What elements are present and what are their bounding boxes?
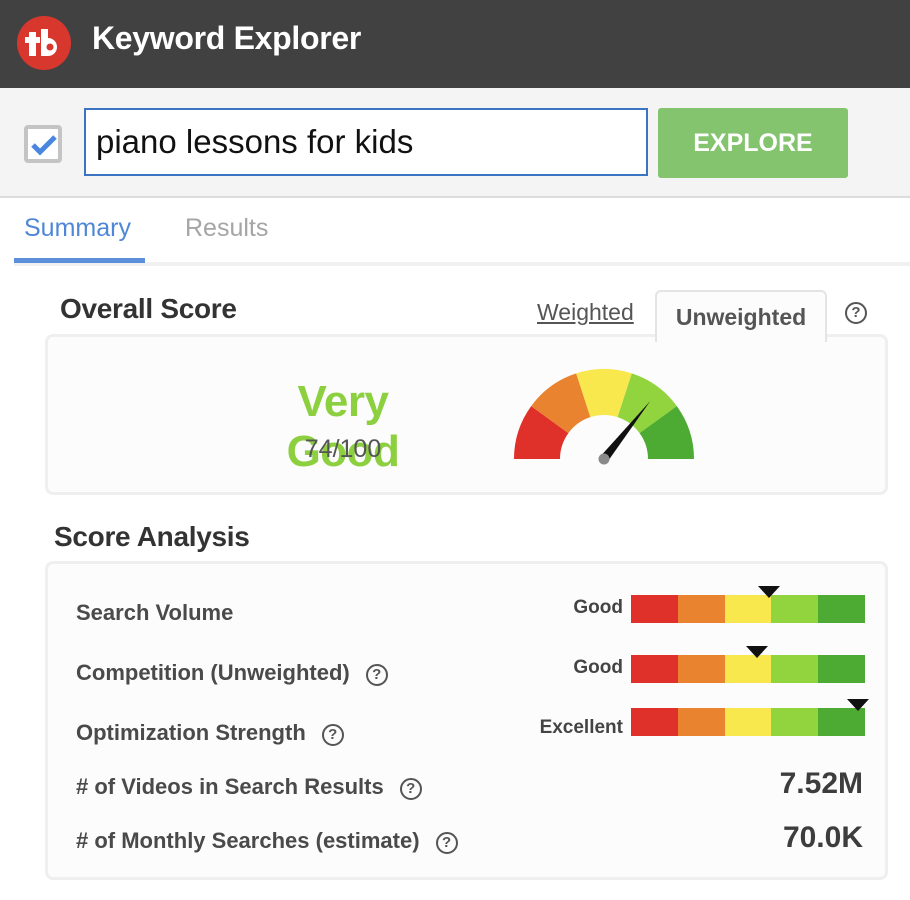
- competition-label: Competition (Unweighted)?: [76, 660, 388, 686]
- question-circle-icon[interactable]: ?: [321, 724, 344, 746]
- score-analysis-card: Search Volume Good Competition (Unweight…: [45, 561, 888, 880]
- videos-count-label: # of Videos in Search Results?: [76, 774, 422, 800]
- row-label-text: Search Volume: [76, 600, 234, 625]
- bar-segment: [818, 655, 865, 683]
- app-title: Keyword Explorer: [92, 20, 362, 56]
- bar-segment: [677, 595, 725, 623]
- score-marker-icon: [746, 646, 769, 658]
- search-volume-bar: [631, 586, 865, 623]
- overall-score-title: Overall Score: [60, 293, 237, 324]
- weighted-toggle[interactable]: Weighted: [537, 299, 634, 326]
- search-bar: EXPLORE: [0, 88, 910, 198]
- monthly-searches-label: # of Monthly Searches (estimate)?: [76, 828, 458, 854]
- bar-segment: [724, 595, 772, 623]
- keyword-input[interactable]: [84, 108, 648, 176]
- main-tabs: Summary Results: [14, 200, 910, 266]
- gauge-hub: [598, 453, 610, 465]
- row-label-text: Optimization Strength: [76, 720, 306, 745]
- overall-score-card: Very Good 74/100: [45, 334, 888, 495]
- keyword-checkbox[interactable]: [24, 125, 62, 163]
- search-volume-rating: Good: [573, 597, 623, 618]
- bar-segment: [724, 655, 772, 683]
- row-label-text: # of Monthly Searches (estimate): [76, 828, 420, 853]
- search-volume-label: Search Volume: [76, 600, 233, 626]
- row-label-text: # of Videos in Search Results: [76, 774, 384, 799]
- bar-segment: [771, 655, 819, 683]
- active-tab-indicator: [14, 258, 145, 263]
- checkmark-icon: [31, 135, 57, 156]
- tab-summary[interactable]: Summary: [24, 214, 131, 243]
- videos-count-value: 7.52M: [779, 767, 863, 800]
- bar-segment: [677, 655, 725, 683]
- bar-segment: [771, 595, 819, 623]
- bar-segment: [677, 708, 725, 736]
- score-analysis-title: Score Analysis: [54, 521, 250, 552]
- question-circle-icon[interactable]: ?: [435, 832, 458, 854]
- row-label-text: Competition (Unweighted): [76, 660, 350, 685]
- question-circle-icon[interactable]: ?: [845, 302, 867, 324]
- bar-segment: [631, 655, 678, 683]
- monthly-searches-value: 70.0K: [782, 821, 863, 854]
- tab-results[interactable]: Results: [185, 214, 268, 243]
- score-gauge: [514, 369, 694, 465]
- question-circle-icon[interactable]: ?: [399, 778, 422, 800]
- score-marker-icon: [758, 586, 781, 598]
- bar-segment: [818, 708, 865, 736]
- unweighted-toggle[interactable]: Unweighted: [655, 290, 827, 342]
- explore-button[interactable]: EXPLORE: [658, 108, 848, 178]
- score-value: 74/100: [304, 435, 382, 463]
- app-header: Keyword Explorer: [0, 0, 910, 88]
- competition-bar: [631, 646, 865, 683]
- bar-segment: [771, 708, 819, 736]
- score-marker-icon: [846, 699, 869, 711]
- optimization-strength-label: Optimization Strength?: [76, 720, 344, 746]
- optimization-strength-rating: Excellent: [539, 717, 623, 738]
- competition-rating: Good: [573, 657, 623, 678]
- bar-segment: [724, 708, 772, 736]
- bar-segment: [631, 595, 678, 623]
- optimization-strength-bar: [631, 699, 869, 736]
- bar-segment: [818, 595, 865, 623]
- bar-segment: [631, 708, 678, 736]
- question-circle-icon[interactable]: ?: [365, 664, 388, 686]
- tubebuddy-logo-icon: [17, 16, 71, 70]
